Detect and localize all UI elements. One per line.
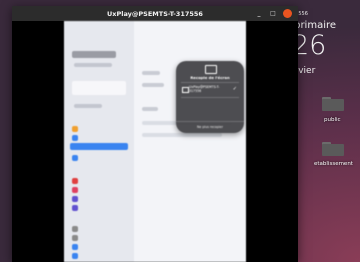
- folder-label-public[interactable]: public: [324, 117, 341, 123]
- minimize-button[interactable]: _: [255, 10, 263, 18]
- folder-icon-etablissement[interactable]: [322, 142, 344, 156]
- window-titlebar[interactable]: UxPlay@PSEMTS-T-317556 _ □: [12, 6, 298, 21]
- sidebar-item-selected: [70, 143, 128, 150]
- settings-icon: [72, 126, 78, 132]
- stop-mirroring-button[interactable]: Ne plus recopier: [176, 121, 244, 129]
- control-center-icon: [72, 235, 78, 241]
- wifi-icon: [72, 135, 78, 141]
- bluetooth-icon: [72, 155, 78, 161]
- sounds-icon: [72, 187, 78, 193]
- screen-time-icon: [72, 205, 78, 211]
- window-title: UxPlay@PSEMTS-T-317556: [107, 9, 203, 18]
- profile-card: [72, 81, 126, 95]
- close-button[interactable]: [283, 9, 292, 18]
- folder-icon-public[interactable]: [322, 97, 344, 111]
- popup-title: Recopie de l'écran: [190, 75, 230, 80]
- folder-label-etablissement[interactable]: etablissement: [314, 161, 353, 167]
- uxplay-window: UxPlay@PSEMTS-T-317556 _ □ Recopie de l'…: [12, 6, 298, 262]
- device-row[interactable]: UxPlay@PSEMTS-T-317556 ✓: [181, 82, 239, 98]
- display-icon: [72, 244, 78, 250]
- mirrored-ipad-screen: Recopie de l'écran UxPlay@PSEMTS-T-31755…: [64, 21, 246, 262]
- general-icon: [72, 226, 78, 232]
- ipad-settings-sidebar: [64, 21, 134, 262]
- notifications-icon: [72, 178, 78, 184]
- maximize-button[interactable]: □: [269, 10, 277, 18]
- home-screen-icon: [72, 253, 78, 259]
- device-name: UxPlay@PSEMTS-T-317556: [189, 85, 220, 93]
- ipad-settings-detail: [134, 21, 246, 262]
- sidebar-title-blur: [72, 51, 116, 58]
- checkmark-icon: ✓: [232, 86, 237, 92]
- screen-mirroring-popup: Recopie de l'écran UxPlay@PSEMTS-T-31755…: [176, 61, 244, 133]
- display-icon: [182, 87, 189, 93]
- screen-mirroring-icon: [205, 65, 217, 74]
- focus-icon: [72, 196, 78, 202]
